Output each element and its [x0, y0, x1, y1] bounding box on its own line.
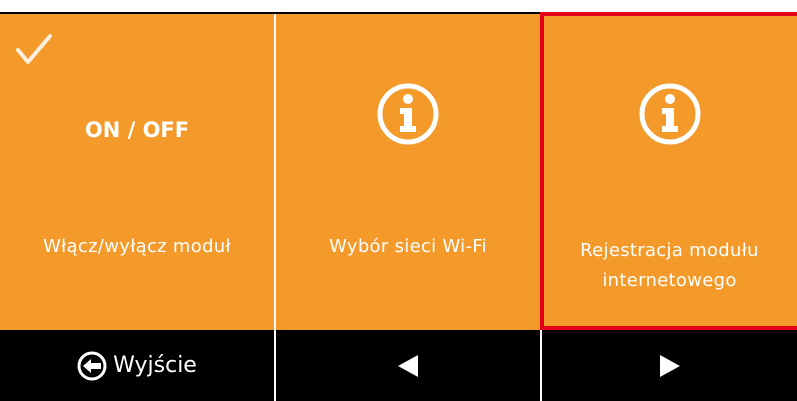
next-button[interactable] [542, 330, 797, 401]
check-icon [16, 34, 52, 64]
triangle-left-icon [398, 354, 418, 377]
exit-icon [77, 351, 107, 380]
tile-label-wifi: Wybór sieci Wi-Fi [329, 236, 487, 257]
bottom-bar: Wyjście [0, 330, 797, 401]
tile-register-module[interactable]: Rejestracja modułu internetowego [542, 14, 797, 330]
info-icon [639, 83, 701, 145]
exit-label: Wyjście [113, 353, 197, 378]
triangle-right-icon [659, 354, 680, 377]
screen: ON / OFF Włącz/wyłącz moduł Wybór sieci … [0, 0, 797, 401]
exit-button[interactable]: Wyjście [0, 330, 274, 401]
previous-button[interactable] [276, 330, 540, 401]
tile-label-register: Rejestracja modułu internetowego [580, 240, 759, 291]
tile-label-on-off: Włącz/wyłącz moduł [43, 236, 231, 257]
tile-title: ON / OFF [84, 118, 190, 142]
tile-on-off[interactable]: ON / OFF Włącz/wyłącz moduł [0, 14, 274, 330]
info-icon [377, 83, 439, 145]
tile-wifi-select[interactable]: Wybór sieci Wi-Fi [276, 14, 540, 330]
